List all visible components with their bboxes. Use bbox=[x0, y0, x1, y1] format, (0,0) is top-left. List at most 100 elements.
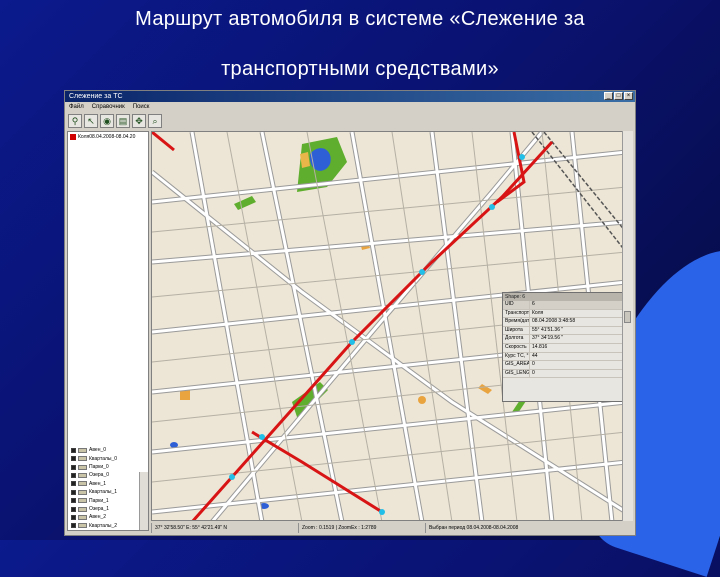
legend-list: Авен_0 Кварталы_0 Парки_0 Озера_0 Авен_1… bbox=[68, 446, 140, 530]
legend-item[interactable]: Озера_0 bbox=[68, 471, 140, 479]
layer-panel: Коля08.04.2008-08.04.20 Авен_0 Кварталы_… bbox=[67, 131, 149, 531]
legend-item[interactable]: Озера_1 bbox=[68, 505, 140, 513]
route-point-marker[interactable] bbox=[379, 509, 385, 515]
legend-label: Парки_1 bbox=[89, 497, 109, 504]
legend-swatch bbox=[78, 447, 87, 453]
legend-item[interactable]: Кварталы_0 bbox=[68, 454, 140, 462]
legend-swatch bbox=[78, 481, 87, 487]
legend-item[interactable]: Кварталы_1 bbox=[68, 488, 140, 496]
attr-row[interactable]: Время/дата 08.04.2008 3:48:58 bbox=[503, 318, 624, 327]
attr-row[interactable]: Курс ТС, ° 44 bbox=[503, 352, 624, 362]
legend-swatch bbox=[78, 523, 87, 529]
maximize-button[interactable]: □ bbox=[614, 92, 623, 100]
shape-window-title[interactable]: Shape: 6 bbox=[503, 293, 624, 301]
menu-reference[interactable]: Справочник bbox=[92, 102, 125, 112]
menu-file[interactable]: Файл bbox=[69, 102, 84, 112]
park-area bbox=[234, 196, 256, 210]
legend-label: Кварталы_2 bbox=[89, 522, 118, 529]
map-view[interactable]: Shape: 6 UID 6 Транспорт Коля Время/дата 0… bbox=[151, 131, 625, 521]
legend-label: Авен_0 bbox=[89, 447, 107, 454]
close-button[interactable]: × bbox=[624, 92, 633, 100]
legend-item[interactable]: Авен_0 bbox=[68, 446, 140, 454]
attr-row[interactable]: Широта 55° 41'51.36 " bbox=[503, 326, 624, 336]
legend-item[interactable]: Авен_1 bbox=[68, 480, 140, 488]
menu-bar: Файл Справочник Поиск bbox=[65, 102, 635, 112]
route-point-marker[interactable] bbox=[259, 434, 265, 440]
legend-item[interactable]: Авен_2 bbox=[68, 513, 140, 521]
attr-row[interactable]: GIS_LENG 0 bbox=[503, 369, 624, 379]
layers-icon[interactable]: ▤ bbox=[116, 114, 130, 128]
legend-item[interactable]: Парки_0 bbox=[68, 463, 140, 471]
window-title: Слежение за ТС bbox=[69, 93, 123, 100]
attr-header-value: 6 bbox=[532, 301, 535, 307]
eye-icon[interactable]: ◉ bbox=[100, 114, 114, 128]
layer-item-label: Коля08.04.2008-08.04.20 bbox=[78, 134, 136, 140]
attr-name: Широта bbox=[503, 326, 530, 335]
pan-icon[interactable]: ✥ bbox=[132, 114, 146, 128]
route-point-marker[interactable] bbox=[489, 204, 495, 210]
layer-panel-scrollbar[interactable] bbox=[139, 472, 148, 530]
map-vertical-scrollbar[interactable] bbox=[622, 131, 633, 521]
attr-row[interactable]: Скорость 14.816 bbox=[503, 343, 624, 353]
legend-label: Парки_0 bbox=[89, 464, 109, 471]
checkbox[interactable] bbox=[71, 498, 76, 504]
scrollbar-thumb[interactable] bbox=[624, 311, 631, 323]
app-window: Слежение за ТС _ □ × Файл Справочник Пои… bbox=[64, 90, 636, 536]
pointer-icon[interactable]: ↖ bbox=[84, 114, 98, 128]
slide-title-line1: Маршрут автомобиля в системе «Слежение з… bbox=[135, 8, 585, 30]
attr-row[interactable]: Долгота 37° 34'19.56 " bbox=[503, 335, 624, 344]
checkbox[interactable] bbox=[71, 506, 76, 512]
attr-value: 37° 34'19.56 " bbox=[532, 335, 564, 342]
checkbox[interactable] bbox=[71, 447, 76, 453]
legend-label: Кварталы_1 bbox=[89, 489, 118, 496]
slide-title-line2: транспортными средствами» bbox=[221, 58, 499, 80]
checkbox[interactable] bbox=[71, 481, 76, 487]
checkbox[interactable] bbox=[71, 472, 76, 478]
checkbox[interactable] bbox=[71, 514, 76, 520]
attr-value: Коля bbox=[532, 309, 544, 316]
checkbox[interactable] bbox=[71, 489, 76, 495]
legend-item[interactable]: Кварталы_2 bbox=[68, 522, 140, 530]
legend-swatch bbox=[78, 489, 87, 495]
attr-value: 55° 41'51.36 " bbox=[532, 326, 564, 333]
attr-value: 0 bbox=[532, 361, 535, 368]
pin-icon[interactable]: ⚲ bbox=[68, 114, 82, 128]
attr-row[interactable]: GIS_AREA 0 bbox=[503, 361, 624, 370]
attr-value: 44 bbox=[532, 352, 538, 359]
attr-value: 08.04.2008 3:48:58 bbox=[532, 318, 576, 325]
checkbox[interactable] bbox=[71, 464, 76, 470]
attr-name: GIS_LENG bbox=[505, 369, 530, 378]
legend-label: Озера_0 bbox=[89, 472, 110, 479]
building-area bbox=[418, 396, 426, 404]
window-titlebar[interactable]: Слежение за ТС _ □ × bbox=[65, 91, 635, 102]
checkbox[interactable] bbox=[71, 456, 76, 462]
legend-label: Озера_1 bbox=[89, 506, 110, 513]
attr-row[interactable]: Транспорт Коля bbox=[503, 309, 624, 319]
legend-swatch bbox=[78, 514, 87, 520]
legend-label: Авен_1 bbox=[89, 480, 107, 487]
status-bar: 37° 32'58.50" E: 55° 42'21.49" N Zoom : … bbox=[151, 523, 625, 533]
route-point-marker[interactable] bbox=[229, 474, 235, 480]
attr-name: Курс ТС, ° bbox=[505, 352, 530, 361]
status-zoom: Zoom : 0.1519 | ZoomEx : 1:2789 bbox=[298, 523, 425, 533]
route-point-marker[interactable] bbox=[519, 154, 525, 160]
attr-value: 0 bbox=[532, 369, 535, 376]
legend-item[interactable]: Парки_1 bbox=[68, 496, 140, 504]
status-period: Выбран период 08.04.2008-08.04.2008 bbox=[425, 523, 622, 533]
railway bbox=[543, 132, 624, 231]
attr-name: Транспорт bbox=[505, 309, 530, 318]
route-point-marker[interactable] bbox=[419, 269, 425, 275]
minimize-button[interactable]: _ bbox=[604, 92, 613, 100]
attr-name: Время/дата bbox=[505, 318, 530, 326]
shape-info-window[interactable]: Shape: 6 UID 6 Транспорт Коля Время/дата 0… bbox=[502, 292, 624, 402]
checkbox[interactable] bbox=[71, 523, 76, 529]
route-point-marker[interactable] bbox=[349, 339, 355, 345]
legend-swatch bbox=[78, 456, 87, 462]
menu-search[interactable]: Поиск bbox=[133, 102, 150, 112]
legend-label: Авен_2 bbox=[89, 514, 107, 521]
attr-header-row: UID 6 bbox=[503, 301, 624, 310]
attr-header-name: UID bbox=[503, 301, 530, 309]
layer-item-track[interactable]: Коля08.04.2008-08.04.20 bbox=[68, 132, 148, 142]
zoom-icon[interactable]: ⌕ bbox=[148, 114, 162, 128]
attr-value: 14.816 bbox=[532, 343, 548, 350]
